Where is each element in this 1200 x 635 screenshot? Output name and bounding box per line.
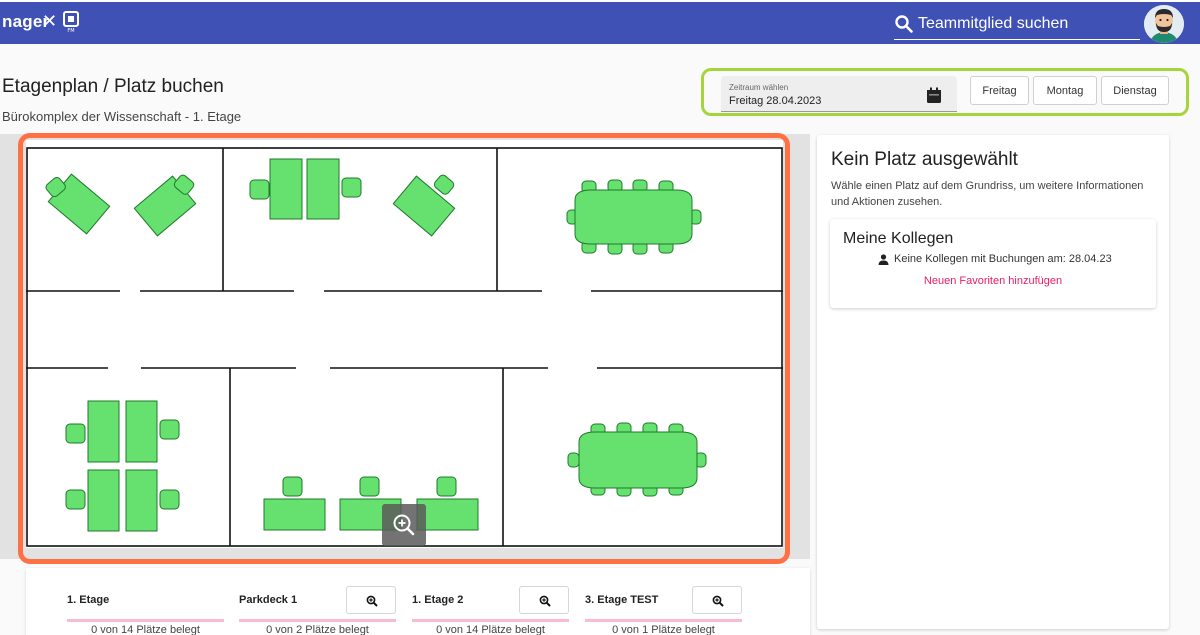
floor-occupancy: 0 von 14 Plätze belegt xyxy=(91,624,200,635)
day-button-friday[interactable]: Freitag xyxy=(970,76,1029,105)
seat-details-panel: Kein Platz ausgewählt Wähle einen Platz … xyxy=(817,135,1169,629)
colleagues-card: Meine Kollegen Keine Kollegen mit Buchun… xyxy=(830,219,1156,308)
day-button-tuesday[interactable]: Dienstag xyxy=(1101,76,1169,105)
date-toolbar: Zeitraum wählen Freitag 28.04.2023 Freit… xyxy=(701,68,1189,116)
person-icon xyxy=(878,253,889,265)
floor-name: Parkdeck 1 xyxy=(239,594,298,606)
zoom-in-icon xyxy=(366,595,378,607)
floor-item[interactable]: Parkdeck 1 0 von 2 Plätze belegt xyxy=(239,568,399,635)
zoom-in-icon xyxy=(712,595,724,607)
seat-details-description: Wähle einen Platz auf dem Grundriss, um … xyxy=(831,180,1144,208)
member-search[interactable] xyxy=(894,12,1140,40)
app-logo-icon: FM xyxy=(63,11,79,33)
day-button-monday[interactable]: Montag xyxy=(1033,76,1097,105)
page-subtitle: Bürokomplex der Wissenschaft - 1. Etage xyxy=(2,109,242,124)
zoom-in-icon xyxy=(539,595,551,607)
colleagues-title: Meine Kollegen xyxy=(843,230,954,247)
floor-occupancy-bar xyxy=(239,619,396,622)
date-range-field[interactable]: Zeitraum wählen Freitag 28.04.2023 xyxy=(721,76,957,112)
date-range-value: Freitag 28.04.2023 xyxy=(729,95,822,107)
floor-name: 3. Etage TEST xyxy=(585,594,659,606)
floor-plan-highlight xyxy=(18,133,790,564)
floor-zoom-button[interactable] xyxy=(692,586,742,614)
floor-zoom-button[interactable] xyxy=(346,586,396,614)
seat-details-title: Kein Platz ausgewählt xyxy=(831,149,1018,170)
date-range-label: Zeitraum wählen xyxy=(729,83,789,92)
colleagues-info: Keine Kollegen mit Buchungen am: 28.04.2… xyxy=(878,253,1112,265)
floor-occupancy: 0 von 14 Plätze belegt xyxy=(436,624,545,635)
floor-occupancy-bar xyxy=(585,619,742,622)
user-avatar[interactable] xyxy=(1144,5,1184,43)
floor-item[interactable]: 1. Etage 2 0 von 14 Plätze belegt xyxy=(412,568,572,635)
close-icon[interactable]: ✕ xyxy=(42,11,57,32)
colleagues-info-text: Keine Kollegen mit Buchungen am: 28.04.2… xyxy=(894,253,1112,265)
floor-item[interactable]: 1. Etage 0 von 14 Plätze belegt xyxy=(67,568,227,635)
floor-zoom-button[interactable] xyxy=(519,586,569,614)
calendar-icon[interactable] xyxy=(926,87,942,104)
zoom-in-icon xyxy=(393,514,415,536)
floor-occupancy-bar xyxy=(412,619,569,622)
floor-occupancy: 0 von 2 Plätze belegt xyxy=(266,624,369,635)
floor-selector: 1. Etage 0 von 14 Plätze belegt Parkdeck… xyxy=(26,568,810,635)
app-header: nager ✕ FM xyxy=(0,0,1200,44)
search-input[interactable] xyxy=(918,12,1138,36)
floor-occupancy: 0 von 1 Plätze belegt xyxy=(612,624,715,635)
add-favorite-link[interactable]: Neuen Favoriten hinzufügen xyxy=(830,275,1156,287)
floor-item[interactable]: 3. Etage TEST 0 von 1 Plätze belegt xyxy=(585,568,745,635)
search-icon xyxy=(895,15,913,33)
floor-occupancy-bar xyxy=(67,619,224,622)
page-title: Etagenplan / Platz buchen xyxy=(2,76,224,97)
floor-name: 1. Etage xyxy=(67,594,110,606)
floor-name: 1. Etage 2 xyxy=(412,594,464,606)
logo-caption: FM xyxy=(67,28,74,33)
zoom-in-button[interactable] xyxy=(382,504,426,546)
